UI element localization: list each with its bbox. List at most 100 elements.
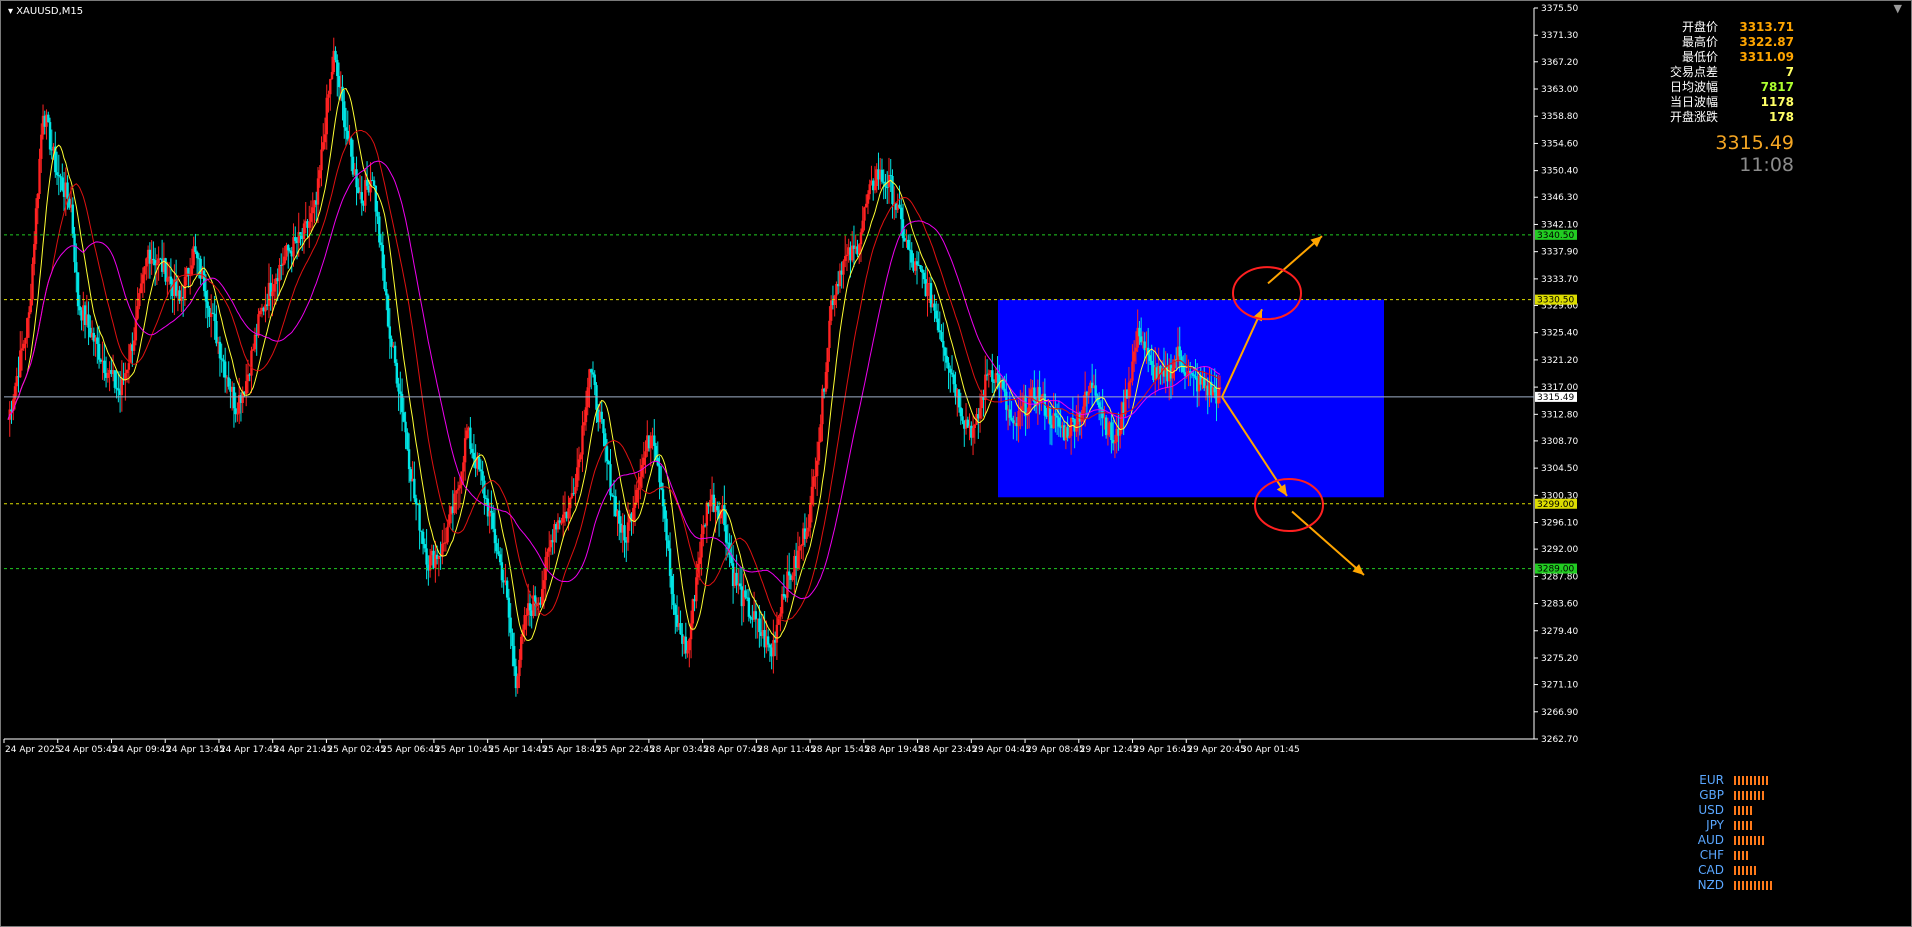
candle-body <box>145 258 148 267</box>
candle-body <box>222 359 225 362</box>
strength-bar <box>1742 851 1744 860</box>
info-row: 最高价 3322.87 <box>1670 35 1794 50</box>
info-row: 日均波幅 7817 <box>1670 80 1794 95</box>
candle-body <box>791 576 794 580</box>
currency-name: EUR <box>1699 773 1724 787</box>
currency-name: NZD <box>1697 878 1724 892</box>
x-tick-label: 28 Apr 07:45 <box>704 745 763 755</box>
candle-body <box>376 211 379 217</box>
candle-body <box>961 416 964 421</box>
candle-body <box>833 295 836 306</box>
candle-body <box>805 531 808 539</box>
candle-body <box>826 347 829 372</box>
y-tick-label: 3363.00 <box>1541 85 1578 95</box>
candle-body <box>808 504 812 528</box>
candle-body <box>512 645 516 667</box>
y-tick-label: 3283.60 <box>1541 600 1578 610</box>
strength-bar <box>1762 836 1764 845</box>
strength-bar <box>1734 776 1736 785</box>
x-tick-label: 25 Apr 14:45 <box>489 745 548 755</box>
candle-body <box>227 377 230 387</box>
candle-body <box>926 283 929 296</box>
candle-body <box>644 451 647 458</box>
candle-body <box>166 277 169 282</box>
candle-body <box>29 299 32 313</box>
currency-row: CAD <box>1696 863 1772 878</box>
candle-body <box>861 220 864 233</box>
candle-body <box>859 232 863 245</box>
currency-row: GBP <box>1696 788 1772 803</box>
info-label: 交易点差 <box>1669 65 1718 79</box>
candle-body <box>477 456 481 470</box>
candle-body <box>19 350 22 378</box>
candle-body <box>1055 415 1059 418</box>
x-tick-label: 25 Apr 10:45 <box>435 745 494 755</box>
y-tick-label: 3367.20 <box>1541 58 1578 68</box>
candle-body <box>609 464 612 496</box>
candle-body <box>346 130 349 140</box>
candle-body <box>950 372 954 375</box>
candle-body <box>943 347 947 356</box>
candle-body <box>495 543 498 552</box>
candle-body <box>316 178 320 205</box>
candle-body <box>320 149 323 171</box>
x-tick-label: 28 Apr 03:45 <box>650 745 709 755</box>
candle-body <box>735 572 738 586</box>
candle-body <box>1071 418 1075 420</box>
candle-body <box>343 101 346 128</box>
candle-body <box>498 554 502 563</box>
title-triangle-icon: ▾ <box>8 6 17 17</box>
candle-body <box>525 615 528 617</box>
candle-body <box>27 312 31 319</box>
y-tick-label: 3271.10 <box>1541 681 1578 691</box>
y-tick-label: 3337.90 <box>1541 248 1578 258</box>
candle-body <box>76 272 80 307</box>
candle-body <box>244 381 248 394</box>
candle-body <box>406 432 409 450</box>
strength-bars <box>1734 821 1752 830</box>
candle-body <box>868 184 871 195</box>
candle-body <box>444 542 448 544</box>
y-tick-label: 3275.20 <box>1541 654 1578 664</box>
candle-body <box>996 373 999 375</box>
candle-body <box>672 594 675 606</box>
candle-body <box>744 590 747 598</box>
candle-body <box>132 340 136 351</box>
candle-body <box>278 264 281 282</box>
strength-bar <box>1734 851 1736 860</box>
candle-body <box>590 369 593 373</box>
close-icon[interactable]: ▼ <box>1894 2 1902 15</box>
candle-body <box>738 583 742 587</box>
candle-body <box>418 504 421 531</box>
candle-body <box>253 334 257 350</box>
strength-bar <box>1770 881 1772 890</box>
candle-body <box>574 487 577 494</box>
info-label: 开盘涨跌 <box>1669 110 1718 124</box>
candle-body <box>518 659 521 677</box>
y-tick-label: 3266.90 <box>1541 708 1578 718</box>
strength-bars <box>1734 806 1752 815</box>
candle-body <box>547 547 551 552</box>
candle-body <box>1139 336 1143 343</box>
candle-body <box>577 459 581 468</box>
candle-body <box>190 265 194 275</box>
candle-body <box>991 370 994 382</box>
candle-body <box>38 158 41 194</box>
strength-bar <box>1746 851 1748 860</box>
x-tick-label: 29 Apr 08:45 <box>1026 745 1085 755</box>
candle-body <box>691 599 695 624</box>
candle-body <box>139 283 143 294</box>
candle-body <box>919 265 922 270</box>
candle-body <box>670 575 673 595</box>
y-tick-label: 3358.80 <box>1541 112 1578 122</box>
info-value: 3322.87 <box>1739 35 1794 49</box>
candle-body <box>865 203 868 208</box>
candle-body <box>898 204 901 208</box>
candle-body <box>957 389 961 408</box>
y-tick-label: 3375.50 <box>1541 4 1578 14</box>
x-tick-label: 24 Apr 21:45 <box>274 745 333 755</box>
price-chart[interactable]: 3375.50 3371.30 3367.20 3363.00 3358.80 3354.… <box>0 0 1912 927</box>
candle-body <box>1131 361 1134 381</box>
info-label: 最低价 <box>1681 50 1718 64</box>
strength-bar <box>1750 866 1752 875</box>
